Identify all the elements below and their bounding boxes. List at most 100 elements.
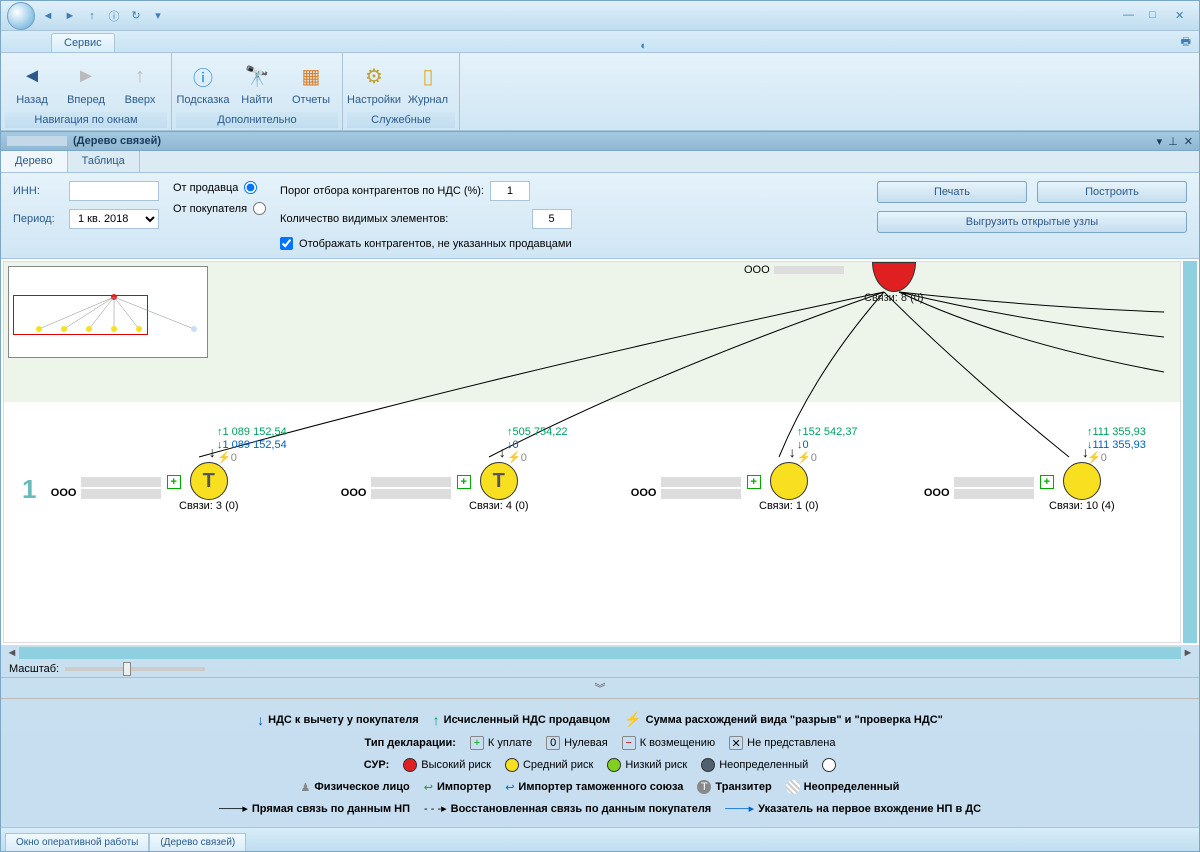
zoom-slider[interactable] bbox=[65, 667, 205, 671]
minimize-button[interactable]: — bbox=[1123, 9, 1141, 23]
nav-up-icon[interactable]: ↑ bbox=[83, 7, 101, 25]
help-icon[interactable]: ◐ bbox=[640, 40, 647, 52]
legend: ↓НДС к вычету у покупателя ↑Исчисленный … bbox=[1, 699, 1199, 827]
expand-node-button[interactable]: + bbox=[457, 475, 471, 489]
child-node[interactable]: ↑1 089 152,54↓1 089 152,54⚡0↓Т+ОООСвязи:… bbox=[179, 462, 239, 512]
undefined-icon bbox=[786, 780, 800, 794]
minimap[interactable] bbox=[8, 266, 208, 358]
ribbon-reports-button[interactable]: ▦Отчеты bbox=[284, 55, 338, 112]
node-amounts: ↑111 355,93↓111 355,93⚡0 bbox=[1087, 426, 1146, 465]
nav-dropdown-icon[interactable]: ▾ bbox=[149, 7, 167, 25]
visible-input[interactable] bbox=[532, 209, 572, 229]
plus-icon: + bbox=[470, 736, 484, 750]
subtab-tree[interactable]: Дерево bbox=[1, 151, 68, 172]
expand-node-button[interactable]: + bbox=[167, 475, 181, 489]
node-amounts: ↑1 089 152,54↓1 089 152,54⚡0 bbox=[217, 426, 287, 465]
hscroll-left-icon[interactable]: ◄ bbox=[5, 647, 19, 659]
menu-tab-row: Сервис ◐ 🖶 bbox=[1, 31, 1199, 53]
show-unlisted-label: Отображать контрагентов, не указанных пр… bbox=[299, 238, 572, 250]
threshold-input[interactable] bbox=[490, 181, 530, 201]
bolt-icon: ⚡ bbox=[217, 452, 231, 464]
legend-label: Импортер таможенного союза bbox=[518, 781, 683, 793]
child-node[interactable]: ↑152 542,37↓0⚡0↓+ОООСвязи: 1 (0) bbox=[759, 462, 819, 512]
menu-tab-service[interactable]: Сервис bbox=[51, 33, 115, 52]
legend-label: Средний риск bbox=[523, 759, 593, 771]
root-ooo-label: ООО bbox=[744, 264, 770, 276]
node-circle-icon: Т+ООО bbox=[480, 462, 518, 500]
risk-high-icon bbox=[403, 758, 417, 772]
status-tab-tree[interactable]: (Дерево связей) bbox=[149, 833, 246, 851]
node-ooo-label: ООО bbox=[631, 487, 657, 499]
panel-header: (Дерево связей) ▾ ⊥ ✕ bbox=[1, 131, 1199, 151]
ribbon-up-button[interactable]: ↑Вверх bbox=[113, 55, 167, 112]
zoom-label: Масштаб: bbox=[9, 663, 59, 675]
legend-label: Тип декларации: bbox=[365, 737, 456, 749]
zoom-row: Масштаб: bbox=[1, 661, 1199, 678]
nav-info-icon[interactable]: ⓘ bbox=[105, 7, 123, 25]
build-button[interactable]: Построить bbox=[1037, 181, 1187, 203]
arrow-up-icon: ↑ bbox=[217, 426, 223, 438]
nav-refresh-icon[interactable]: ↻ bbox=[127, 7, 145, 25]
hscroll-right-icon[interactable]: ► bbox=[1181, 647, 1195, 659]
print-icon[interactable]: 🖶 bbox=[1181, 33, 1191, 52]
child-node[interactable]: ↑505 754,22↓0⚡0↓Т+ОООСвязи: 4 (0) bbox=[469, 462, 529, 512]
legend-label: Импортер bbox=[437, 781, 491, 793]
solid-arrow-icon: ───▸ bbox=[219, 802, 248, 815]
ribbon-settings-button[interactable]: ⚙Настройки bbox=[347, 55, 401, 112]
bolt-icon: ⚡ bbox=[624, 711, 641, 728]
legend-label: К возмещению bbox=[640, 737, 715, 749]
maximize-button[interactable]: □ bbox=[1149, 9, 1167, 23]
period-select[interactable]: 1 кв. 2018 bbox=[69, 209, 159, 229]
redacted-text bbox=[7, 136, 67, 146]
from-buyer-radio[interactable] bbox=[253, 202, 266, 215]
blue-arrow-icon: ───▸ bbox=[725, 802, 754, 815]
zoom-thumb[interactable] bbox=[123, 662, 131, 676]
arrow-up-icon: ↑ bbox=[433, 712, 440, 728]
ribbon-group-label: Служебные bbox=[347, 112, 455, 128]
legend-label: Низкий риск bbox=[625, 759, 687, 771]
ribbon-journal-button[interactable]: ▯Журнал bbox=[401, 55, 455, 112]
ribbon: ◄Назад ►Вперед ↑Вверх Навигация по окнам… bbox=[1, 53, 1199, 131]
vertical-scrollbar[interactable] bbox=[1183, 261, 1197, 643]
binoculars-icon: 🔭 bbox=[245, 62, 270, 92]
legend-label: НДС к вычету у покупателя bbox=[268, 714, 419, 726]
panel-close-icon[interactable]: ✕ bbox=[1184, 135, 1193, 148]
ribbon-back-button[interactable]: ◄Назад bbox=[5, 55, 59, 112]
transiter-icon: Т bbox=[697, 780, 711, 794]
redacted-text bbox=[371, 477, 451, 487]
expand-node-button[interactable]: + bbox=[747, 475, 761, 489]
legend-label: Восстановленная связь по данным покупате… bbox=[451, 803, 712, 815]
ribbon-group-service: ⚙Настройки ▯Журнал Служебные bbox=[343, 53, 460, 130]
node-links-label: Связи: 3 (0) bbox=[179, 500, 239, 512]
arrow-up-icon: ↑ bbox=[507, 426, 513, 438]
arrow-down-icon: ↓ bbox=[507, 439, 513, 451]
redacted-text bbox=[371, 489, 451, 499]
horizontal-scrollbar[interactable] bbox=[19, 647, 1181, 659]
node-links-label: Связи: 1 (0) bbox=[759, 500, 819, 512]
node-circle-icon: +ООО bbox=[770, 462, 808, 500]
child-node[interactable]: ↑111 355,93↓111 355,93⚡0↓+ОООСвязи: 10 (… bbox=[1049, 462, 1115, 512]
from-seller-radio[interactable] bbox=[244, 181, 257, 194]
ribbon-forward-button[interactable]: ►Вперед bbox=[59, 55, 113, 112]
node-amounts: ↑152 542,37↓0⚡0 bbox=[797, 426, 858, 465]
export-button[interactable]: Выгрузить открытые узлы bbox=[877, 211, 1187, 233]
root-node[interactable]: ООО Связи: 8 (0) bbox=[864, 262, 924, 304]
show-unlisted-checkbox[interactable] bbox=[280, 237, 293, 250]
nav-back-icon[interactable]: ◄ bbox=[39, 7, 57, 25]
ribbon-find-button[interactable]: 🔭Найти bbox=[230, 55, 284, 112]
status-tab-operative[interactable]: Окно оперативной работы bbox=[5, 833, 149, 851]
subtab-table[interactable]: Таблица bbox=[68, 151, 140, 172]
nav-forward-icon[interactable]: ► bbox=[61, 7, 79, 25]
arrow-up-icon: ↑ bbox=[1087, 426, 1093, 438]
panel-pin-icon[interactable]: ⊥ bbox=[1168, 135, 1178, 148]
ribbon-hint-button[interactable]: ⓘПодсказка bbox=[176, 55, 230, 112]
panel-dropdown-icon[interactable]: ▾ bbox=[1157, 135, 1163, 148]
node-ooo-label: ООО bbox=[341, 487, 367, 499]
expand-legend-button[interactable]: ︾ bbox=[1, 678, 1199, 699]
print-button[interactable]: Печать bbox=[877, 181, 1027, 203]
level-number: 1 bbox=[22, 474, 36, 505]
inn-input[interactable] bbox=[69, 181, 159, 201]
expand-node-button[interactable]: + bbox=[1040, 475, 1054, 489]
tree-canvas[interactable]: ООО Связи: 8 (0) 1 ↑1 089 152,54↓1 089 1… bbox=[3, 261, 1181, 643]
close-button[interactable]: ✕ bbox=[1175, 9, 1193, 23]
